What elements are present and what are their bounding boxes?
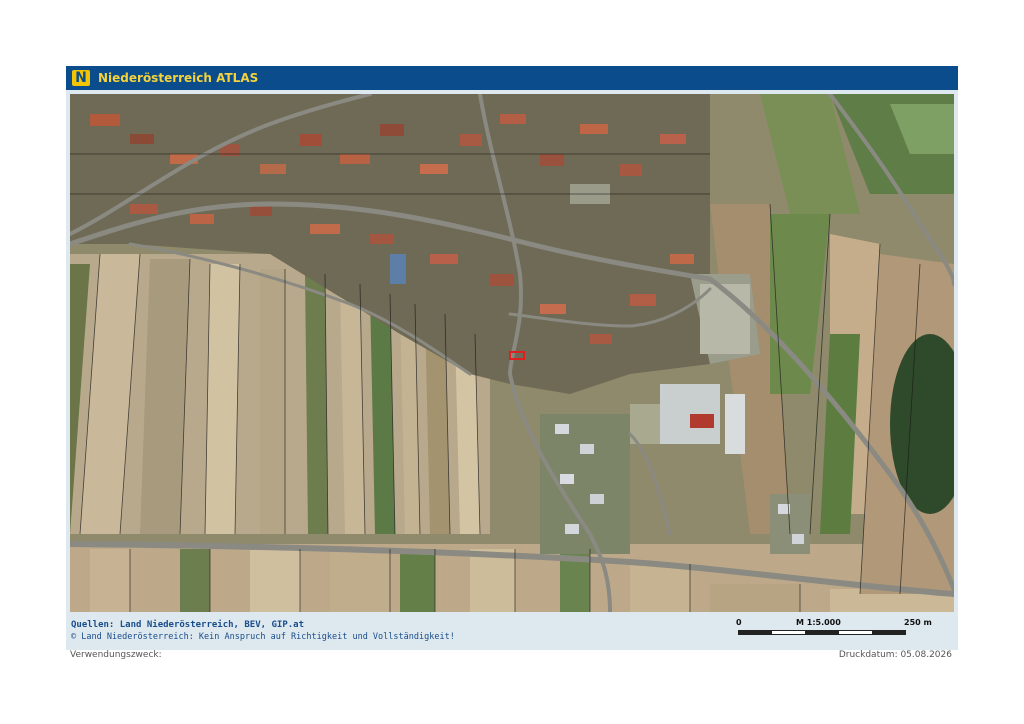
- scale-bar-graphic: [738, 630, 906, 635]
- scale-bar: 0 M 1:5.000 250 m: [734, 618, 934, 646]
- aerial-map[interactable]: [70, 94, 954, 612]
- cemetery: [700, 284, 750, 354]
- purpose-label: Verwendungszweck:: [70, 650, 162, 660]
- scale-end-label: 250 m: [904, 618, 932, 627]
- copyright-text: © Land Niederösterreich: Kein Anspruch a…: [71, 632, 455, 642]
- print-date: Druckdatum: 05.08.2026: [838, 650, 952, 660]
- scale-ratio-label: M 1:5.000: [796, 618, 841, 627]
- atlas-title: Niederösterreich ATLAS: [98, 71, 259, 85]
- map-panel: [66, 90, 958, 616]
- sources-text: Quellen: Land Niederösterreich, BEV, GIP…: [71, 620, 304, 630]
- map-footer: Quellen: Land Niederösterreich, BEV, GIP…: [66, 616, 958, 650]
- atlas-frame: N Niederösterreich ATLAS Quellen: Land N…: [66, 66, 958, 650]
- noe-logo-icon: N: [72, 70, 90, 86]
- atlas-header: N Niederösterreich ATLAS: [66, 66, 958, 90]
- scale-start-label: 0: [736, 618, 742, 627]
